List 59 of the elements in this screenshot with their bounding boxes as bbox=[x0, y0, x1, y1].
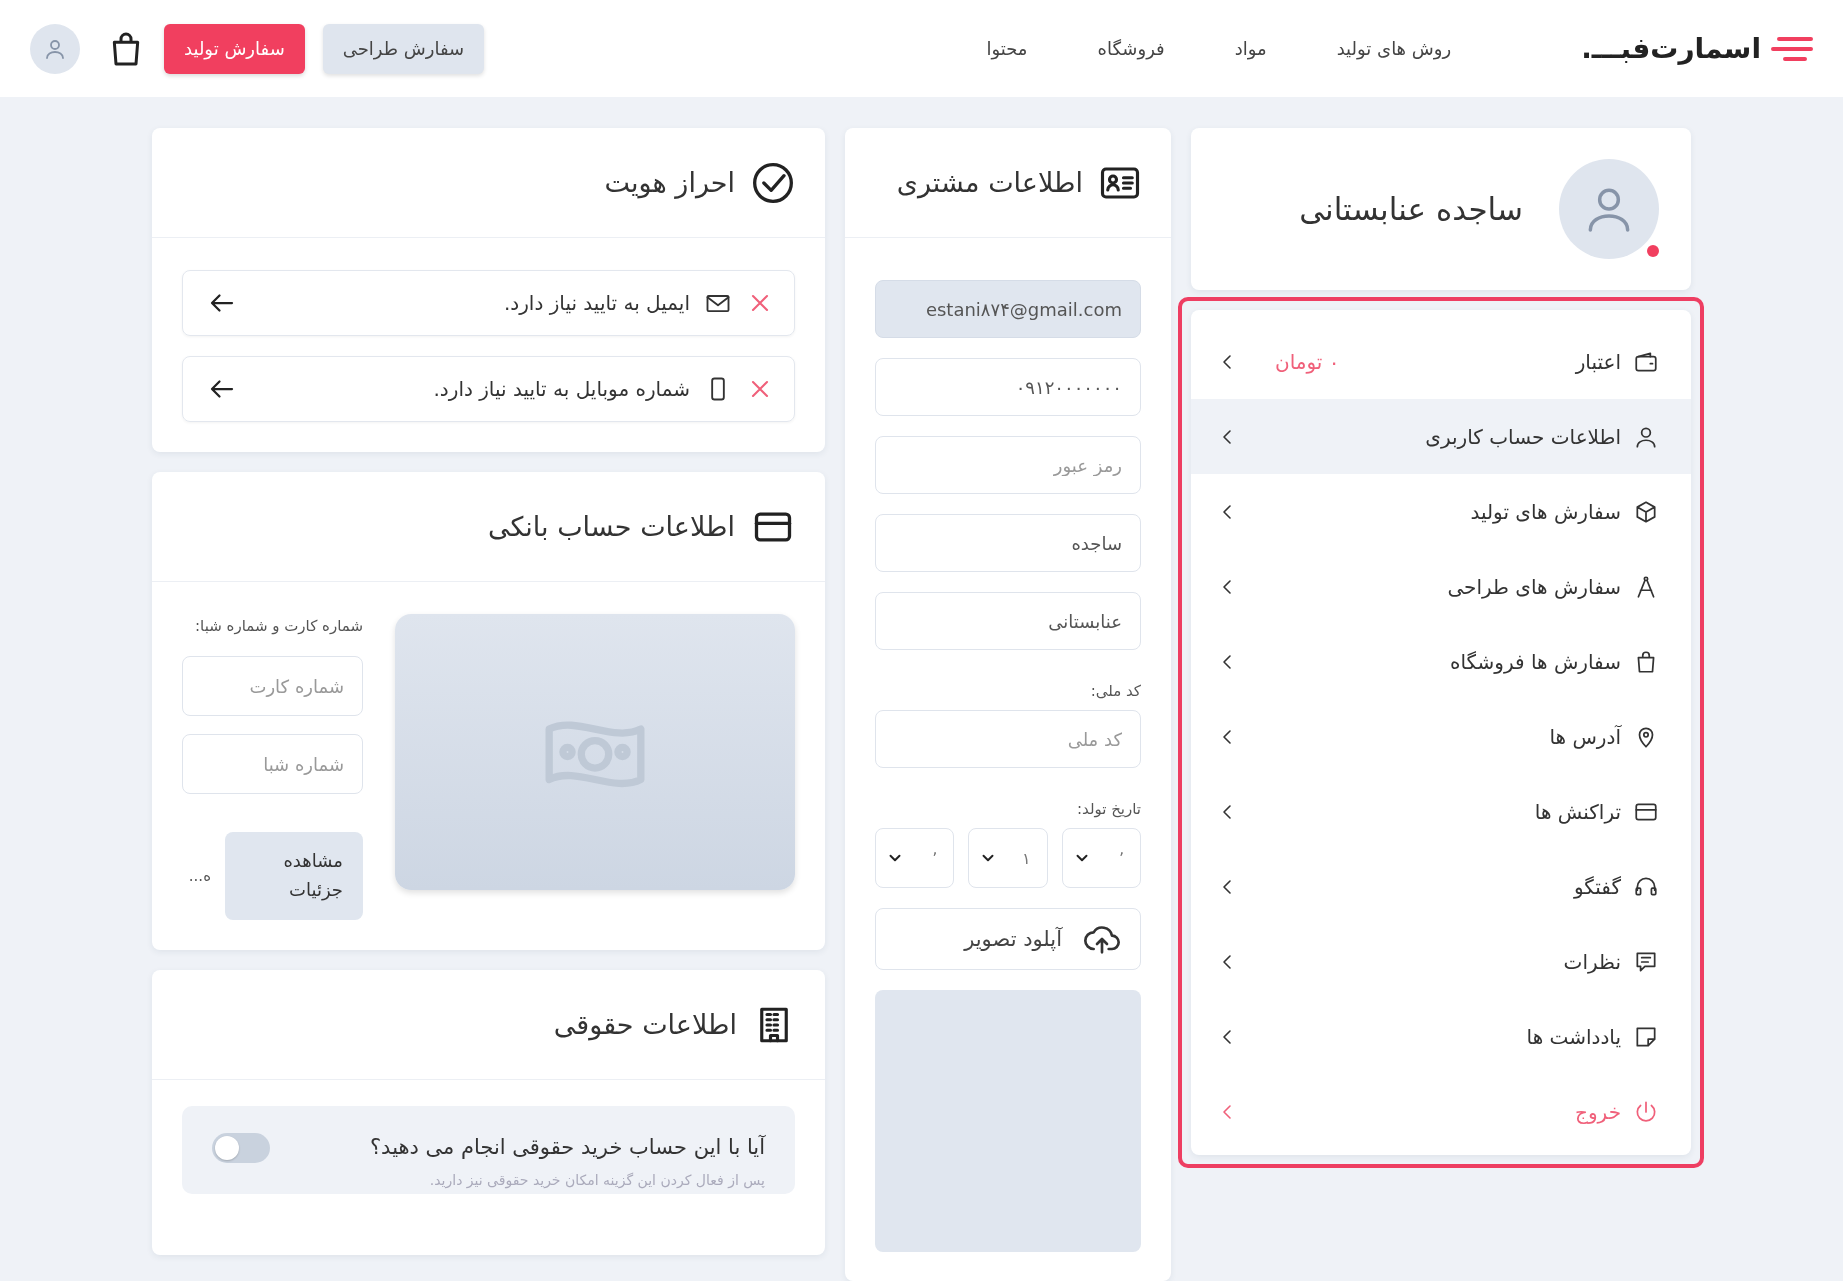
input-field[interactable]: ۰۹۱۲۰۰۰۰۰۰۰ bbox=[875, 358, 1141, 416]
field-label: کد ملی: bbox=[1089, 682, 1141, 700]
menu-item[interactable]: اطلاعات حساب کاربری bbox=[1191, 399, 1691, 474]
menu-item[interactable]: یادداشت ها bbox=[1191, 999, 1691, 1074]
field-label: شماره کارت و شماره شبا: bbox=[194, 616, 363, 637]
menu-item[interactable]: آدرس ها bbox=[1191, 699, 1691, 774]
toggle-switch[interactable] bbox=[212, 1132, 270, 1163]
date-select[interactable]: ٬ bbox=[875, 828, 955, 888]
menu-item[interactable]: سفارش ها فروشگاه bbox=[1191, 624, 1691, 699]
menu-label: گفتگو bbox=[1573, 874, 1621, 899]
national-id-field[interactable]: کد ملی bbox=[875, 710, 1141, 768]
input-field[interactable]: شماره شبا bbox=[182, 734, 363, 794]
menu-label: خروج bbox=[1575, 1099, 1621, 1124]
user-name: ساجده عنابستانی bbox=[1299, 191, 1523, 227]
card-title: احراز هویت bbox=[604, 167, 735, 198]
menu-label: سفارش ها فروشگاه bbox=[1449, 649, 1621, 674]
check-circle-icon bbox=[751, 160, 795, 205]
card-title: اطلاعات حساب بانکی bbox=[487, 511, 735, 542]
upload-image-button[interactable]: آپلود تصویر bbox=[875, 908, 1141, 970]
verification-item[interactable]: ایمیل به تایید نیاز دارد. bbox=[182, 270, 795, 336]
menu-item[interactable]: سفارش های طراحی bbox=[1191, 549, 1691, 624]
menu-item[interactable]: سفارش های تولید bbox=[1191, 474, 1691, 549]
input-field[interactable]: ساجده bbox=[875, 514, 1141, 572]
input-field[interactable]: شماره کارت bbox=[182, 656, 363, 716]
input-field[interactable]: رمز عبور bbox=[875, 436, 1141, 494]
verification-item[interactable]: شماره موبایل به تایید نیاز دارد. bbox=[182, 356, 795, 422]
credit-amount: ۰ تومان bbox=[1275, 349, 1340, 374]
menu-item[interactable]: تراکنش ها bbox=[1191, 774, 1691, 849]
question-text: آیا با این حساب خرید حقوقی انجام می دهید؟ bbox=[368, 1134, 765, 1161]
production-order-button[interactable]: سفارش تولید bbox=[164, 23, 305, 74]
date-select[interactable]: ٬ bbox=[1061, 828, 1141, 888]
menu-label: سفارش های تولید bbox=[1470, 499, 1621, 524]
menu-label: تراکنش ها bbox=[1534, 799, 1621, 824]
card-title: اطلاعات مشتری bbox=[896, 167, 1083, 198]
menu-label: اطلاعات حساب کاربری bbox=[1425, 424, 1621, 449]
menu-item[interactable]: گفتگو bbox=[1191, 849, 1691, 924]
card-title: اطلاعات حقوقی bbox=[553, 1009, 737, 1040]
menu-item[interactable]: اعتبار ۰ تومان bbox=[1191, 324, 1691, 399]
nav-link[interactable]: روش های تولید bbox=[1336, 38, 1452, 59]
avatar-button[interactable] bbox=[30, 23, 80, 74]
menu-label: اعتبار bbox=[1575, 349, 1621, 374]
menu-label: سفارش های طراحی bbox=[1447, 574, 1621, 599]
field-label: تاریخ تولد: bbox=[1075, 800, 1141, 818]
input-field[interactable]: عنابستانی bbox=[875, 592, 1141, 650]
menu-label: نظرات bbox=[1563, 949, 1621, 974]
design-order-button[interactable]: سفارش طراحی bbox=[322, 23, 485, 74]
menu-label: یادداشت ها bbox=[1526, 1024, 1621, 1049]
nav-link[interactable]: مواد bbox=[1234, 38, 1267, 59]
nav-link[interactable]: فروشگاه bbox=[1097, 38, 1165, 59]
logo-text[interactable]: اسمارت‌فبـــ. bbox=[1581, 32, 1761, 65]
hint-text: پس از فعال کردن این گزینه امکان خرید حقوقی نیز دارید. bbox=[428, 1171, 765, 1188]
date-select[interactable]: ۱ bbox=[968, 828, 1048, 888]
verification-text: شماره موبایل به تایید نیاز دارد. bbox=[433, 377, 690, 401]
verification-text: ایمیل به تایید نیاز دارد. bbox=[503, 291, 690, 315]
menu-label: آدرس ها bbox=[1549, 724, 1621, 749]
truncated-text: ه... bbox=[188, 867, 211, 885]
menu-item[interactable]: نظرات bbox=[1191, 924, 1691, 999]
nav-link[interactable]: محتوا bbox=[986, 38, 1028, 59]
view-details-button[interactable]: مشاهده جزئیات bbox=[225, 832, 363, 920]
